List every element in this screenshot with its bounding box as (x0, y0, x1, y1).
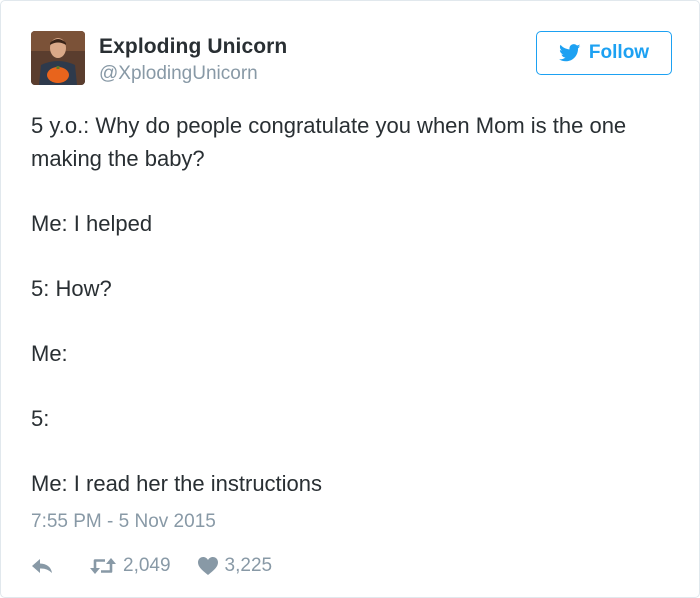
tweet-line: Me: (31, 341, 68, 366)
tweet-card: Exploding Unicorn @XplodingUnicorn Follo… (0, 0, 700, 598)
tweet-line: Me: I read her the instructions (31, 471, 323, 496)
follow-button-label: Follow (588, 42, 650, 63)
retweet-button[interactable]: 2,049 (89, 555, 171, 577)
reply-arrow-icon (31, 557, 53, 575)
avatar[interactable] (31, 31, 85, 85)
reply-button[interactable] (31, 557, 53, 575)
tweet-line: 5 y.o.: Why do people congratulate you w… (31, 113, 627, 171)
author-handle[interactable]: @XplodingUnicorn (99, 63, 258, 85)
retweet-icon (89, 556, 117, 576)
twitter-bird-icon (558, 44, 581, 62)
tweet-line: Me: I helped (31, 211, 153, 236)
tweet-timestamp[interactable]: 7:55 PM - 5 Nov 2015 (31, 511, 216, 533)
follow-button[interactable]: Follow (536, 31, 672, 75)
heart-icon (197, 556, 219, 576)
tweet-line: 5: (31, 406, 50, 431)
like-count: 3,225 (224, 555, 273, 576)
like-button[interactable]: 3,225 (197, 555, 273, 577)
author-display-name[interactable]: Exploding Unicorn (99, 35, 287, 59)
retweet-count: 2,049 (123, 555, 171, 576)
tweet-actions: 2,049 3,225 (31, 551, 272, 581)
tweet-line: 5: How? (31, 276, 112, 301)
tweet-text: 5 y.o.: Why do people congratulate you w… (31, 109, 671, 500)
